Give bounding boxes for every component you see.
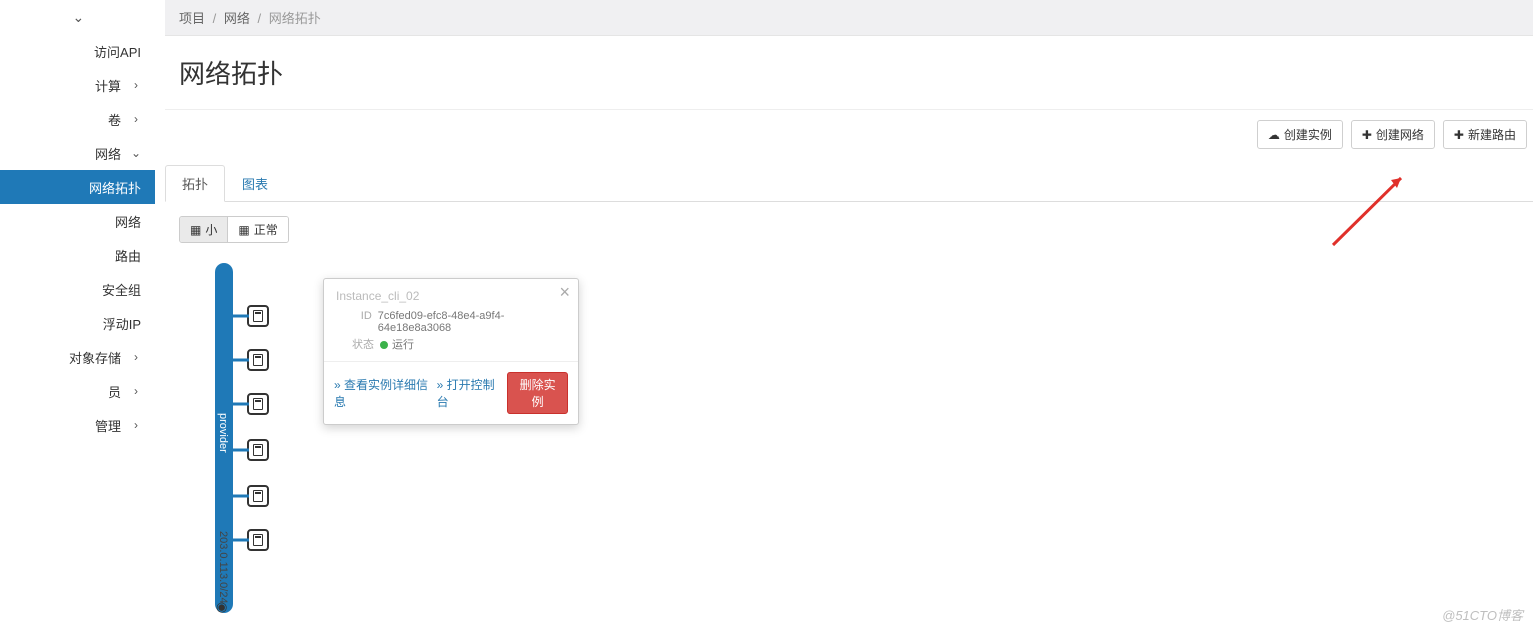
- tab-chart[interactable]: 图表: [225, 165, 285, 202]
- server-icon: [253, 310, 263, 322]
- chevron-right-icon: ›: [131, 112, 141, 126]
- create-router-button[interactable]: ✚ 新建路由: [1443, 120, 1527, 149]
- chevron-down-icon: ⌄: [131, 146, 141, 160]
- server-icon: [253, 490, 263, 502]
- instance-popover: × Instance_cli_02 ID 7c6fed09-efc8-48e4-…: [323, 278, 579, 425]
- instance-node[interactable]: [247, 485, 269, 507]
- breadcrumb-project[interactable]: 项目: [179, 11, 205, 26]
- instance-node[interactable]: [247, 529, 269, 551]
- server-icon: [253, 398, 263, 410]
- sidebar-item-networks[interactable]: 网络: [0, 204, 155, 238]
- sidebar-item-volume[interactable]: 卷 ›: [0, 102, 155, 136]
- page-title: 网络拓扑: [165, 36, 1533, 110]
- server-icon: [253, 354, 263, 366]
- tab-topology[interactable]: 拓扑: [165, 165, 225, 202]
- network-name-label: provider: [217, 413, 229, 453]
- view-instance-detail-link[interactable]: » 查看实例详细信息: [334, 376, 429, 410]
- grid-icon: ▦: [190, 223, 201, 237]
- breadcrumb: 项目 / 网络 / 网络拓扑: [165, 0, 1533, 36]
- open-console-link[interactable]: » 打开控制台: [437, 376, 500, 410]
- popover-status-label: 状态: [336, 336, 380, 352]
- breadcrumb-current: 网络拓扑: [269, 11, 321, 26]
- sidebar-item-object-storage[interactable]: 对象存储 ›: [0, 340, 155, 374]
- instance-node[interactable]: [247, 439, 269, 461]
- server-icon: [253, 534, 263, 546]
- grid-icon: ▦: [238, 223, 249, 237]
- popover-title: Instance_cli_02: [324, 279, 578, 309]
- view-size-toggle: ▦ 小 ▦ 正常: [179, 216, 289, 243]
- breadcrumb-network[interactable]: 网络: [224, 11, 250, 26]
- sidebar-item-admin[interactable]: 管理 ›: [0, 408, 155, 442]
- action-bar: ☁ 创建实例 ✚ 创建网络 ✚ 新建路由: [1257, 120, 1527, 149]
- plus-icon: ✚: [1454, 128, 1464, 142]
- plus-icon: ✚: [1362, 128, 1372, 142]
- instance-node[interactable]: [247, 349, 269, 371]
- watermark: @51CTO博客: [1442, 605, 1523, 624]
- view-normal-button[interactable]: ▦ 正常: [227, 217, 287, 242]
- create-network-button[interactable]: ✚ 创建网络: [1351, 120, 1435, 149]
- delete-instance-button[interactable]: 删除实例: [507, 372, 568, 414]
- main-content: 项目 / 网络 / 网络拓扑 网络拓扑 ☁ 创建实例 ✚ 创建网络 ✚ 新建路由…: [155, 0, 1533, 632]
- tab-row: 拓扑 图表: [165, 165, 1533, 202]
- sidebar-collapse-toggle[interactable]: ⌄: [0, 0, 155, 34]
- server-icon: [253, 444, 263, 456]
- status-dot-icon: [380, 341, 388, 349]
- sidebar-item-routers[interactable]: 路由: [0, 238, 155, 272]
- chevron-right-icon: ›: [131, 350, 141, 364]
- close-icon[interactable]: ×: [559, 283, 570, 301]
- chevron-down-icon: ⌄: [73, 9, 83, 26]
- sidebar-item-floating-ips[interactable]: 浮动IP: [0, 306, 155, 340]
- globe-icon: ◉: [216, 599, 227, 615]
- chevron-right-icon: ›: [131, 78, 141, 92]
- sidebar-item-network-topology[interactable]: 网络拓扑: [0, 170, 155, 204]
- popover-id-value: 7c6fed09-efc8-48e4-a9f4-64e18e8a3068: [378, 310, 566, 334]
- instance-node[interactable]: [247, 393, 269, 415]
- topology-canvas: provider 203.0.113.0/24 ◉ × Instance_cli…: [205, 263, 1533, 643]
- instance-node[interactable]: [247, 305, 269, 327]
- network-cidr-label: 203.0.113.0/24: [217, 531, 229, 604]
- sidebar-api-link[interactable]: 访问API: [0, 34, 155, 68]
- view-small-button[interactable]: ▦ 小: [180, 217, 227, 242]
- popover-id-label: ID: [336, 310, 378, 334]
- sidebar-item-compute[interactable]: 计算 ›: [0, 68, 155, 102]
- cloud-upload-icon: ☁: [1268, 128, 1280, 142]
- sidebar-item-network[interactable]: 网络 ⌄: [0, 136, 155, 170]
- chevron-right-icon: ›: [131, 418, 141, 432]
- chevron-right-icon: ›: [131, 384, 141, 398]
- sidebar-item-member[interactable]: 员 ›: [0, 374, 155, 408]
- sidebar: ⌄ 访问API 计算 › 卷 › 网络 ⌄ 网络拓扑 网络 路由 安全组 浮动I…: [0, 0, 155, 632]
- sidebar-item-security-groups[interactable]: 安全组: [0, 272, 155, 306]
- popover-status-value: 运行: [380, 336, 414, 352]
- create-instance-button[interactable]: ☁ 创建实例: [1257, 120, 1343, 149]
